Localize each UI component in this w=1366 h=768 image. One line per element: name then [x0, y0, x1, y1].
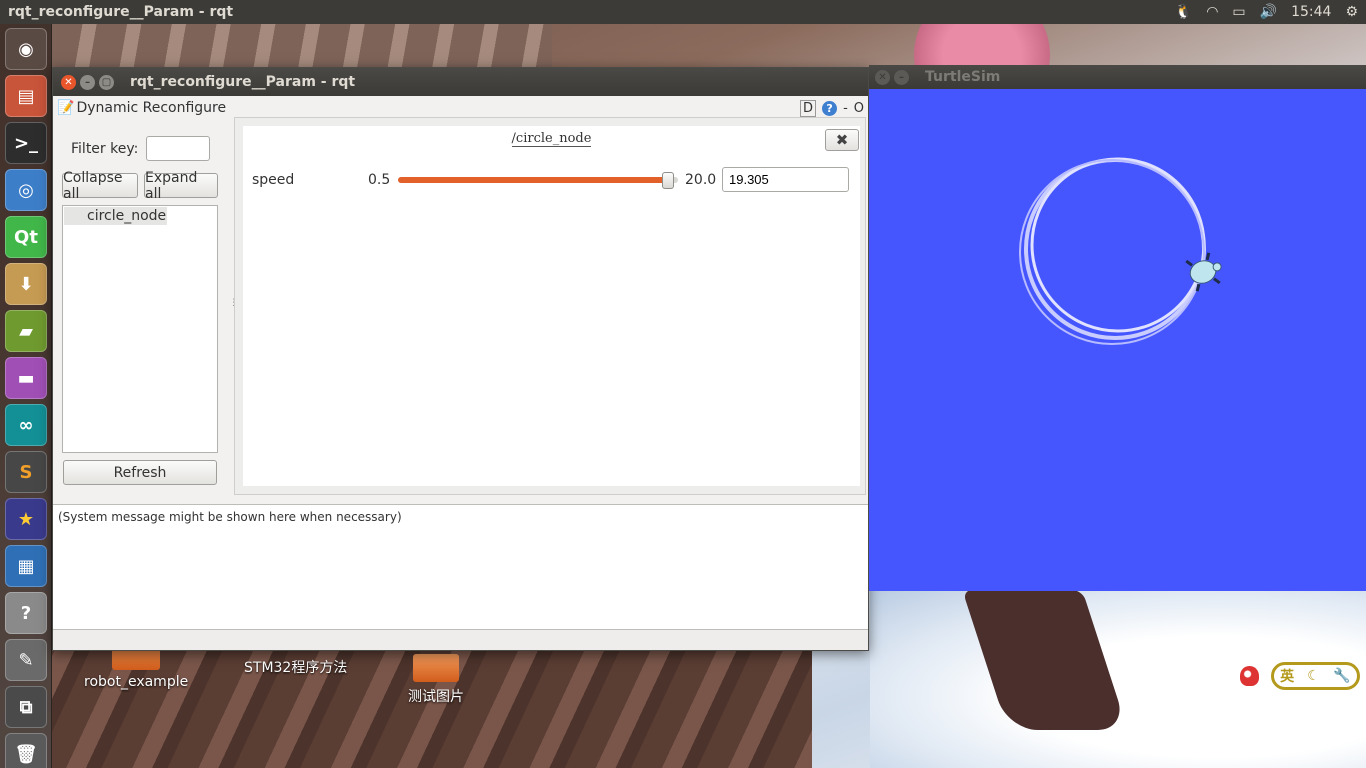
node-title-text: /circle_node [511, 131, 592, 147]
plugin-controls: D ? - O [800, 99, 864, 117]
tree-item-circle-node[interactable]: circle_node [64, 207, 167, 225]
param-name: speed [252, 172, 295, 188]
launcher: ◉ ▤ >_ ◎ Qt ⬇ ▰ ▬ ∞ S ★ ▦ ? ✎ ⧉ 🗑 [0, 24, 52, 768]
desktop-icon-label: robot_example [84, 674, 189, 690]
refresh-button[interactable]: Refresh [63, 460, 217, 485]
turtlesim-titlebar[interactable]: ✕ – TurtleSim [869, 65, 1366, 89]
plugin-title: Dynamic Reconfigure [76, 100, 227, 116]
dock-button[interactable]: D [800, 99, 817, 117]
desktop-icon-label: STM32程序方法 [244, 660, 348, 676]
top-panel: rqt_reconfigure__Param - rqt 🐧 ◠ ▭ 🔊 15:… [0, 0, 1366, 24]
desktop-icon-stm32[interactable]: STM32程序方法 [244, 657, 347, 677]
turtle-icon [1185, 252, 1222, 292]
expand-all-button[interactable]: Expand all [144, 170, 218, 202]
wallpaper-detail [52, 24, 552, 68]
slider-fill [398, 177, 668, 183]
collapse-all-button[interactable]: Collapse all [62, 170, 138, 202]
ime-toolbar[interactable]: 英 ☾ 🔧 [1270, 662, 1360, 690]
dash-icon[interactable]: ◉ [5, 28, 47, 70]
book-icon[interactable]: ▰ [5, 310, 47, 352]
param-max-value: 20.0 [685, 172, 717, 188]
arduino-icon[interactable]: ∞ [5, 404, 47, 446]
speed-value-input[interactable] [722, 167, 849, 192]
close-plugin-button[interactable]: O [854, 101, 864, 116]
filter-row: Filter key: [71, 136, 211, 161]
param-row-speed: speed 0.5 20.0 [252, 167, 852, 193]
desktop-icon-test-pictures[interactable]: 测试图片 [408, 654, 464, 706]
window-titlebar[interactable]: ✕ – ▢ rqt_reconfigure__Param - rqt [53, 68, 868, 96]
battery-icon[interactable]: ▭ [1232, 4, 1245, 20]
star-app-icon[interactable]: ★ [5, 498, 47, 540]
linux-tux-icon[interactable]: 🐧 [1175, 4, 1192, 20]
window-close-button[interactable]: ✕ [875, 69, 890, 85]
system-message-area: (System message might be shown here when… [53, 504, 868, 630]
help-app-icon[interactable]: ? [5, 592, 47, 634]
turtlesim-canvas[interactable] [869, 89, 1366, 591]
files-icon[interactable]: ▤ [5, 75, 47, 117]
clock[interactable]: 15:44 [1291, 4, 1331, 20]
desktop-icon-label: 测试图片 [408, 689, 464, 705]
terminal-icon[interactable]: >_ [5, 122, 47, 164]
node-parameter-panel: /circle_node ✖ speed 0.5 20.0 [243, 126, 860, 486]
window-title: rqt_reconfigure__Param - rqt [130, 74, 356, 90]
close-node-button[interactable]: ✖ [825, 129, 859, 151]
volume-icon[interactable]: 🔊 [1260, 4, 1277, 20]
active-window-title: rqt_reconfigure__Param - rqt [8, 4, 234, 20]
sublime-icon[interactable]: S [5, 451, 47, 493]
filter-key-input[interactable] [146, 136, 211, 161]
window-close-button[interactable]: ✕ [61, 74, 76, 90]
turtlesim-title: TurtleSim [925, 69, 1001, 85]
document-viewer-icon[interactable]: ▦ [5, 545, 47, 587]
minimize-plugin-button[interactable]: - [843, 101, 848, 116]
window-maximize-button[interactable]: ▢ [99, 74, 114, 90]
input-method-widget[interactable]: 英 ☾ 🔧 [1240, 660, 1360, 692]
wrench-icon[interactable]: 🔧 [1333, 668, 1350, 684]
node-tree[interactable]: circle_node [62, 205, 218, 453]
help-icon[interactable]: ? [822, 100, 838, 116]
ime-language-label[interactable]: 英 [1280, 666, 1294, 686]
qt-creator-icon[interactable]: Qt [5, 216, 47, 258]
rqt-window: ✕ – ▢ rqt_reconfigure__Param - rqt 📝 Dyn… [52, 67, 869, 651]
wallpaper-detail [910, 24, 1090, 68]
folder-icon [413, 654, 459, 682]
node-selector-pane: Filter key: Collapse all Expand all circ… [53, 121, 228, 493]
archive-icon[interactable]: ⬇ [5, 263, 47, 305]
turtle-trail [1019, 159, 1205, 345]
gear-icon[interactable]: ⚙ [1345, 4, 1358, 20]
parameter-pane: /circle_node ✖ speed 0.5 20.0 [234, 117, 866, 495]
status-bar [53, 630, 868, 650]
window-minimize-button[interactable]: – [894, 69, 909, 85]
trash-icon[interactable]: 🗑 [5, 733, 47, 768]
system-message-text: (System message might be shown here when… [58, 510, 402, 524]
filter-label: Filter key: [71, 140, 139, 157]
system-tray: 🐧 ◠ ▭ 🔊 15:44 ⚙ [1175, 4, 1358, 20]
chromium-icon[interactable]: ◎ [5, 169, 47, 211]
param-min-value: 0.5 [368, 172, 391, 188]
moon-icon[interactable]: ☾ [1307, 668, 1320, 684]
node-title: /circle_node [243, 131, 860, 147]
slider-handle[interactable] [662, 172, 674, 189]
wifi-icon[interactable]: ◠ [1206, 4, 1218, 20]
speed-slider[interactable] [398, 172, 678, 189]
turtle-trail [1030, 157, 1206, 333]
window-app-icon[interactable]: ▬ [5, 357, 47, 399]
plugin-icon: 📝 [57, 100, 75, 116]
workspace-icon[interactable]: ⧉ [5, 686, 47, 728]
window-minimize-button[interactable]: – [80, 74, 95, 90]
mushroom-icon [1240, 666, 1259, 686]
turtlesim-window: ✕ – TurtleSim [869, 65, 1366, 591]
text-editor-icon[interactable]: ✎ [5, 639, 47, 681]
